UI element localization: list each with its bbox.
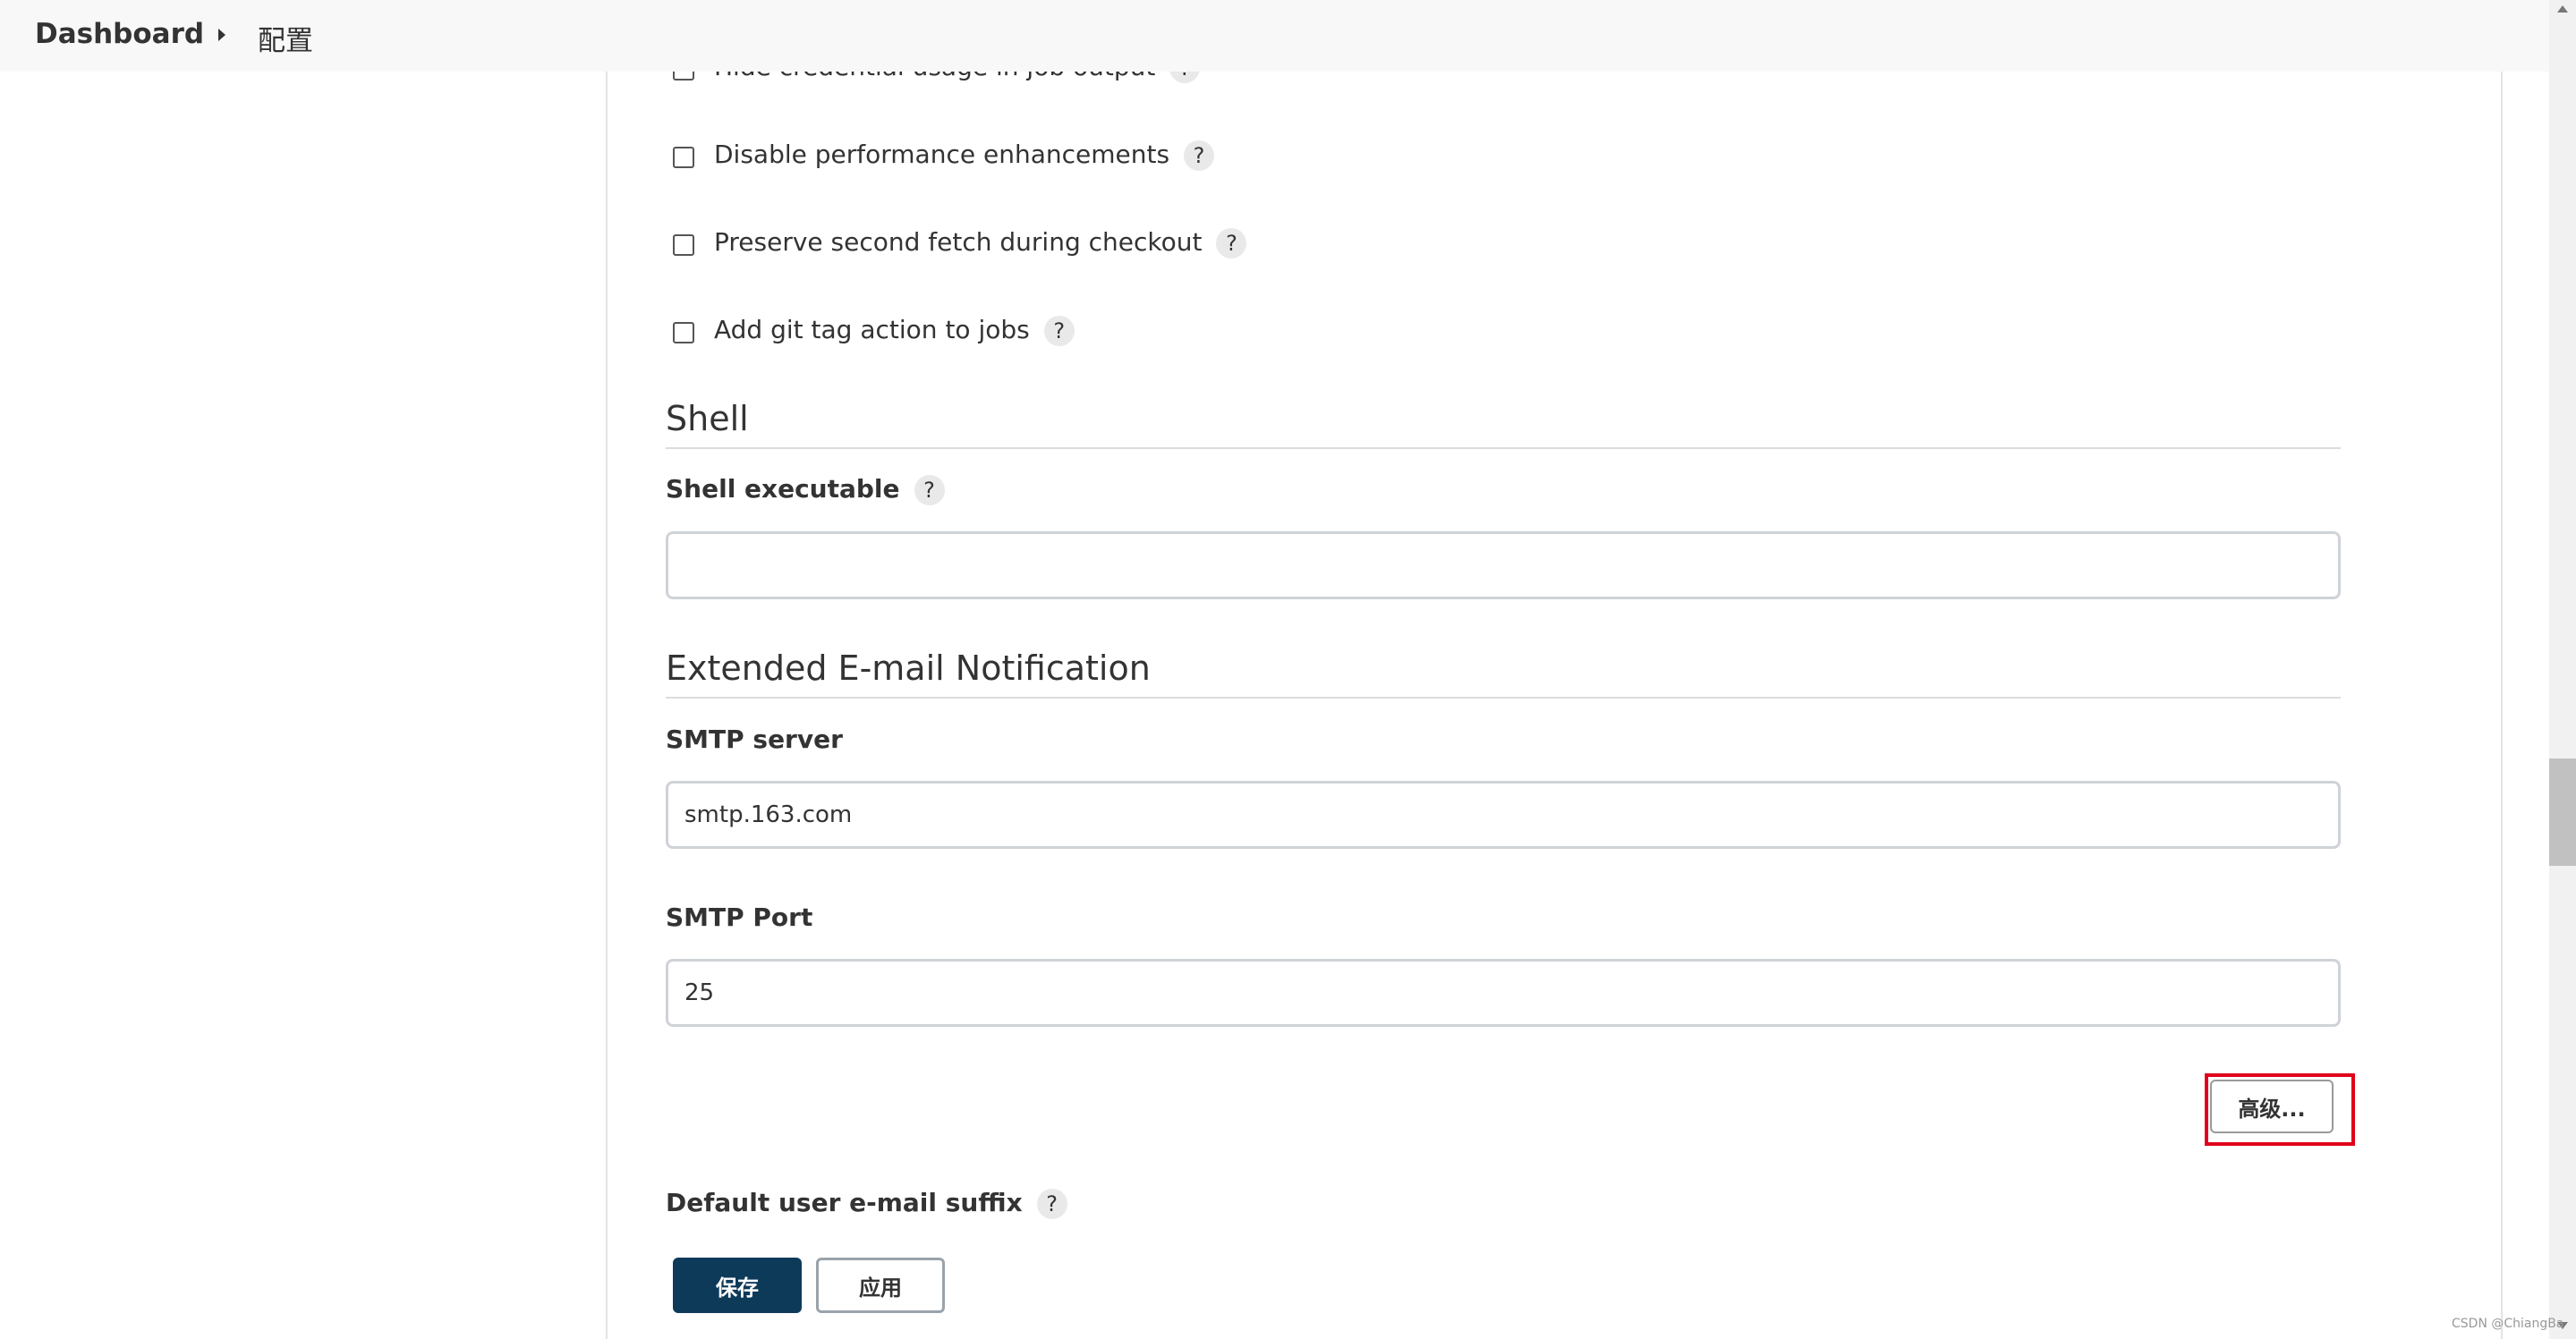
breadcrumb-current-page: 配置 bbox=[258, 25, 313, 57]
content-right-divider bbox=[2501, 72, 2503, 1339]
option-label: Preserve second fetch during checkout bbox=[714, 227, 1203, 257]
save-button[interactable]: 保存 bbox=[673, 1258, 802, 1313]
watermark-text: CSDN @ChiangBa bbox=[2452, 1317, 2564, 1331]
option-label: Disable performance enhancements bbox=[714, 140, 1170, 169]
default-email-suffix-label-text: Default user e-mail suffix bbox=[666, 1188, 1023, 1217]
smtp-server-label: SMTP server bbox=[666, 725, 843, 754]
smtp-server-input[interactable] bbox=[666, 781, 2341, 849]
breadcrumb-dashboard-link[interactable]: Dashboard bbox=[35, 18, 204, 50]
shell-executable-label: Shell executable? bbox=[666, 474, 945, 505]
shell-executable-input[interactable] bbox=[666, 531, 2341, 599]
advanced-button[interactable]: 高级... bbox=[2210, 1080, 2334, 1133]
scroll-up-arrow-icon[interactable] bbox=[2557, 5, 2568, 13]
shell-executable-label-text: Shell executable bbox=[666, 474, 900, 504]
help-icon[interactable]: ? bbox=[1036, 1189, 1067, 1219]
breadcrumb-bar: Dashboard 配置 bbox=[0, 0, 2549, 72]
shell-section-title: Shell bbox=[666, 399, 749, 438]
apply-button[interactable]: 应用 bbox=[816, 1258, 945, 1313]
page-scrollbar[interactable] bbox=[2549, 0, 2576, 1339]
help-icon[interactable]: ? bbox=[1184, 140, 1215, 171]
option-label: Add git tag action to jobs bbox=[714, 315, 1030, 344]
smtp-port-input[interactable] bbox=[666, 959, 2341, 1027]
sidebar-divider bbox=[606, 72, 608, 1339]
scrollbar-thumb[interactable] bbox=[2549, 758, 2576, 866]
default-email-suffix-label: Default user e-mail suffix? bbox=[666, 1188, 1067, 1219]
disable-performance-checkbox[interactable] bbox=[673, 147, 694, 168]
preserve-second-fetch-checkbox[interactable] bbox=[673, 234, 694, 256]
breadcrumb-separator-icon bbox=[218, 29, 225, 41]
help-icon[interactable]: ? bbox=[1043, 316, 1075, 346]
help-icon[interactable]: ? bbox=[914, 475, 945, 505]
email-section-title: Extended E-mail Notification bbox=[666, 648, 1151, 688]
email-section-divider bbox=[666, 697, 2341, 699]
help-icon[interactable]: ? bbox=[1216, 228, 1247, 258]
shell-section-divider bbox=[666, 447, 2341, 449]
add-git-tag-checkbox[interactable] bbox=[673, 322, 694, 343]
smtp-port-label: SMTP Port bbox=[666, 903, 813, 932]
